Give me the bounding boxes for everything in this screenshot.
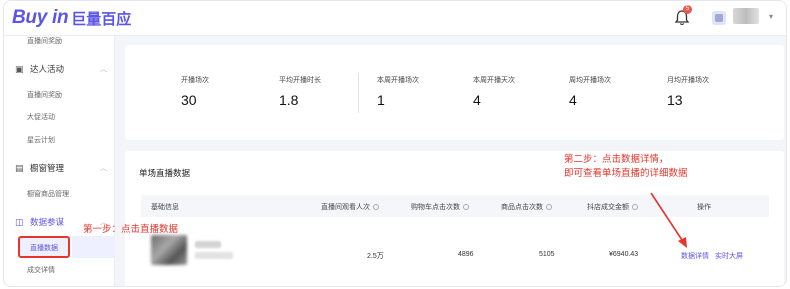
sidebar-item-top[interactable]: 直播间奖励 [27, 36, 62, 46]
help-icon[interactable] [373, 204, 379, 211]
help-icon[interactable] [463, 204, 469, 211]
data-icon: ◫ [15, 216, 24, 227]
sidebar-item-live-data[interactable]: 直播数据 [18, 236, 70, 258]
column-header: 操作 [697, 204, 711, 211]
sidebar-item[interactable]: 成交详情 [27, 265, 55, 275]
column-header: 抖店成交金额 [587, 202, 638, 212]
column-header: 直播间观看人次 [321, 202, 379, 212]
product-clicks-value: 5105 [539, 251, 555, 258]
notification-badge: 5 [683, 5, 692, 14]
live-summary-card: 开播场次 30 平均开播时长 1.8 本周开播场次 1 本周开播天次 4 周均开… [125, 45, 784, 140]
active-row-background [72, 236, 115, 258]
stat-value: 30 [181, 92, 197, 108]
sidebar-group-creator-activity[interactable]: ▣ 达人活动 [15, 63, 64, 75]
section-title: 单场直播数据 [139, 168, 191, 178]
buyin-logo[interactable]: Buy in 巨量百应 [12, 7, 131, 29]
divider [358, 73, 359, 113]
logo-sub-text: 巨量百应 [71, 10, 132, 28]
sidebar-item[interactable]: 星云计划 [27, 135, 55, 145]
stat-value: 4 [473, 92, 481, 108]
arrow-icon [650, 192, 687, 248]
stat-value: 1.8 [279, 92, 299, 108]
stat-value: 4 [569, 92, 577, 108]
chevron-up-icon[interactable]: ︿ [100, 163, 107, 173]
stat-label: 周均开播场次 [569, 77, 611, 84]
help-icon[interactable] [632, 204, 638, 211]
annotation-step2-line1: 第二步：点击数据详情， [564, 154, 669, 165]
stat-total-sessions: 开播场次 30 [181, 75, 209, 108]
annotation-step2-line2: 即可查看单场直播的详细数据 [564, 168, 688, 179]
live-cover-thumbnail [151, 235, 187, 265]
window-icon: ▤ [15, 162, 24, 173]
sidebar-item-label: 直播数据 [30, 245, 58, 252]
user-name-redacted[interactable] [733, 8, 759, 24]
sidebar-group-label: 达人活动 [30, 64, 65, 74]
data-detail-link[interactable]: 数据详情 [681, 251, 709, 261]
redacted-text [195, 252, 233, 259]
top-header: Buy in 巨量百应 5 ▾ [4, 1, 786, 36]
stat-monthly-avg: 月均开播场次 13 [667, 75, 709, 108]
stat-weekly-avg: 周均开播场次 4 [569, 75, 611, 108]
sidebar-group-data-advisor[interactable]: ◫ 数据参谋 [15, 216, 64, 228]
stat-week-days: 本周开播天次 4 [473, 75, 515, 108]
stat-value: 1 [377, 92, 385, 108]
app-window: Buy in 巨量百应 5 ▾ 直播间奖励 ▣ 达人活动 ︿ 直播间奖励 大促活… [3, 0, 787, 287]
chevron-up-icon[interactable]: ︿ [100, 64, 107, 74]
redacted-text [195, 241, 221, 248]
stat-avg-duration: 平均开播时长 1.8 [279, 75, 321, 108]
sidebar-item[interactable]: 大促活动 [27, 112, 55, 122]
realtime-screen-link[interactable]: 实时大屏 [715, 251, 743, 261]
chevron-down-icon[interactable]: ▾ [769, 12, 773, 21]
sidebar-group-label: 数据参谋 [30, 217, 65, 227]
sidebar-group-window-management[interactable]: ▤ 橱窗管理 [15, 162, 64, 174]
avatar[interactable] [712, 11, 726, 25]
stat-value: 13 [667, 92, 683, 108]
user-icon: ▣ [15, 63, 24, 74]
gmv-value: ¥6940.43 [609, 251, 639, 258]
stat-label: 本周开播天次 [473, 77, 515, 84]
column-header: 购物车点击次数 [411, 202, 469, 212]
help-icon[interactable] [546, 204, 552, 211]
annotation-step1: 第一步：点击直播数据 [83, 224, 179, 235]
stat-week-sessions: 本周开播场次 1 [377, 75, 419, 108]
logo-main-text: Buy in [12, 7, 69, 28]
cart-clicks-value: 4896 [458, 251, 474, 258]
sidebar: 直播间奖励 ▣ 达人活动 ︿ 直播间奖励 大促活动 星云计划 ▤ 橱窗管理 ︿ … [4, 36, 115, 286]
stat-label: 月均开播场次 [667, 77, 709, 84]
column-header: 商品点击次数 [501, 202, 552, 212]
sidebar-group-label: 橱窗管理 [30, 163, 65, 173]
sidebar-item[interactable]: 直播间奖励 [27, 90, 62, 100]
stat-label: 平均开播时长 [279, 77, 321, 84]
viewers-value: 2.5万 [367, 253, 384, 260]
stat-label: 本周开播场次 [377, 77, 419, 84]
sidebar-item[interactable]: 橱窗商品管理 [27, 189, 69, 199]
column-header: 基础信息 [151, 204, 179, 211]
stat-label: 开播场次 [181, 77, 209, 84]
